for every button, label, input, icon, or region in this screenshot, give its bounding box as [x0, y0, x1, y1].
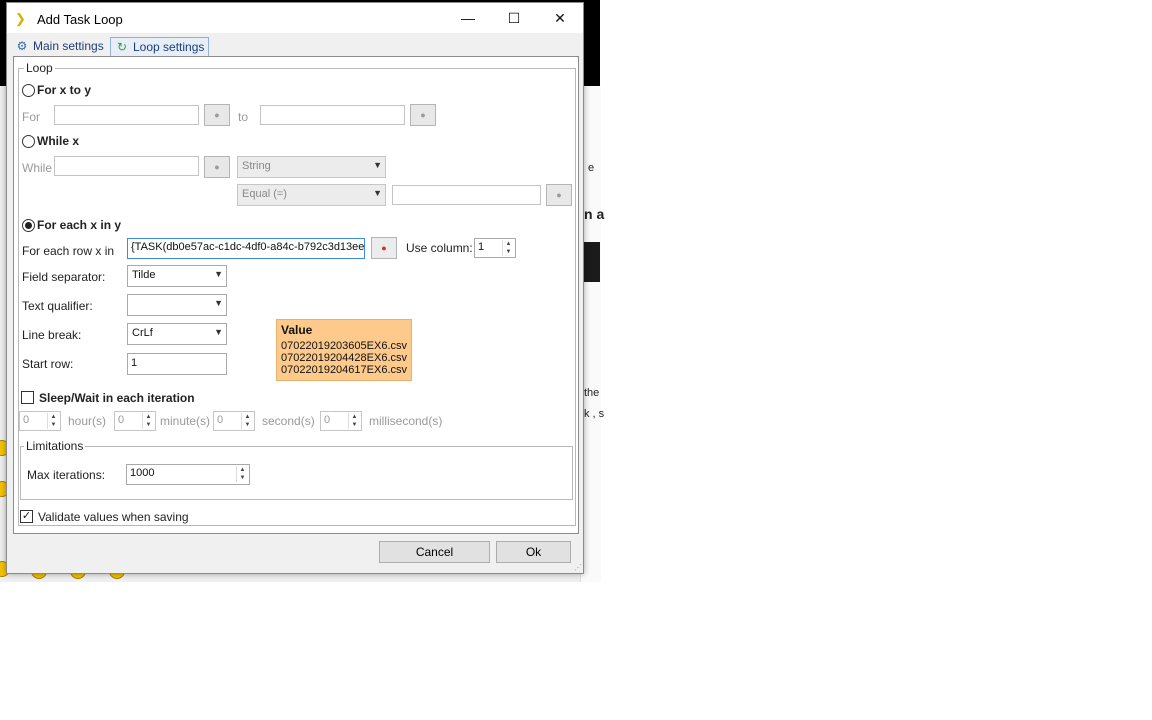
while-operator-value: Equal (=) [242, 188, 287, 200]
resize-grip-icon[interactable]: ⋰ [574, 563, 582, 572]
tab-label: Loop settings [133, 40, 205, 54]
background-text: n a [584, 206, 605, 222]
while-x-label: While x [37, 134, 80, 148]
value-tooltip-row: 07022019204617EX6.csv [281, 364, 407, 376]
start-row-label: Start row: [22, 357, 74, 371]
background-text: the [584, 387, 600, 399]
while-operator-select[interactable]: Equal (=) ▼ [237, 184, 386, 206]
loop-settings-panel: Loop For x to y For ● to ● While x While… [13, 56, 579, 534]
for-field[interactable] [54, 105, 199, 125]
while-x-radio[interactable] [22, 135, 35, 148]
tab-loop-settings[interactable]: ↻ Loop settings [110, 37, 210, 56]
app-logo-icon: ❯ [15, 11, 26, 26]
line-break-label: Line break: [22, 328, 82, 342]
loop-group-legend: Loop [24, 61, 55, 75]
while-field[interactable] [54, 156, 199, 176]
stepper-arrows-icon[interactable]: ▲ ▼ [236, 466, 248, 482]
while-compare-variable-button[interactable]: ● [546, 184, 572, 206]
chevron-down-icon: ▼ [373, 188, 382, 198]
seconds-value: 0 [217, 414, 224, 426]
for-each-label: For each x in y [37, 218, 122, 232]
for-each-row-field[interactable]: {TASK(db0e57ac-c1dc-4df0-a84c-b792c3d13e… [127, 238, 365, 259]
while-label: While [22, 161, 53, 175]
use-column-value: 1 [478, 241, 485, 253]
limitations-legend: Limitations [24, 439, 86, 453]
seconds-stepper[interactable]: 0 ▲ ▼ [213, 411, 255, 431]
cancel-button[interactable]: Cancel [379, 541, 490, 563]
while-type-select[interactable]: String ▼ [237, 156, 386, 178]
while-compare-field[interactable] [392, 185, 541, 205]
add-task-loop-dialog: ❯ Add Task Loop — ☐ ✕ ⚙ Main settings ↻ … [6, 2, 584, 574]
text-qualifier-select[interactable]: ▼ [127, 294, 227, 316]
for-x-to-y-label: For x to y [37, 83, 92, 97]
hours-stepper[interactable]: 0 ▲ ▼ [19, 411, 61, 431]
maximize-button[interactable]: ☐ [491, 3, 537, 33]
milliseconds-value: 0 [324, 414, 331, 426]
max-iterations-value: 1000 [130, 467, 155, 479]
minutes-stepper[interactable]: 0 ▲ ▼ [114, 411, 156, 431]
minutes-value: 0 [118, 414, 125, 426]
for-label: For [22, 110, 40, 124]
chevron-down-icon: ▼ [214, 298, 223, 308]
use-column-label: Use column: [406, 241, 473, 255]
background-text: k , s [584, 408, 605, 420]
ok-button[interactable]: Ok [496, 541, 571, 563]
hours-value: 0 [23, 414, 30, 426]
for-x-to-y-radio[interactable] [22, 84, 35, 97]
max-iterations-stepper[interactable]: 1000 ▲ ▼ [126, 464, 250, 485]
dialog-title: Add Task Loop [37, 12, 123, 27]
milliseconds-stepper[interactable]: 0 ▲ ▼ [320, 411, 362, 431]
text-qualifier-label: Text qualifier: [22, 299, 93, 313]
minimize-button[interactable]: — [445, 3, 491, 33]
background-text: e [588, 162, 595, 174]
title-bar[interactable]: ❯ Add Task Loop — ☐ ✕ [7, 3, 583, 33]
to-variable-button[interactable]: ● [410, 104, 436, 126]
while-type-value: String [242, 160, 271, 172]
while-variable-button[interactable]: ● [204, 156, 230, 178]
stepper-arrows-icon[interactable]: ▲ ▼ [241, 413, 253, 429]
for-variable-button[interactable]: ● [204, 104, 230, 126]
minutes-label: minute(s) [160, 414, 211, 428]
value-tooltip-row: 07022019203605EX6.csv [281, 340, 407, 352]
for-each-variable-button[interactable]: ● [371, 237, 397, 259]
to-label: to [238, 110, 249, 124]
gears-icon: ⚙ [16, 39, 28, 53]
value-tooltip: Value 07022019203605EX6.csv 070220192044… [276, 319, 412, 381]
use-column-stepper[interactable]: 1 ▲ ▼ [474, 238, 516, 258]
field-separator-label: Field separator: [22, 270, 106, 284]
stepper-arrows-icon[interactable]: ▲ ▼ [47, 413, 59, 429]
validate-label: Validate values when saving [38, 510, 189, 524]
field-separator-select[interactable]: Tilde ▼ [127, 265, 227, 287]
close-button[interactable]: ✕ [537, 3, 583, 33]
validate-checkbox[interactable]: ✓ [20, 510, 33, 523]
tab-label: Main settings [33, 39, 104, 53]
hours-label: hour(s) [68, 414, 107, 428]
value-tooltip-header: Value [281, 323, 313, 337]
chevron-down-icon: ▼ [373, 160, 382, 170]
tab-main-settings[interactable]: ⚙ Main settings [11, 37, 108, 55]
stepper-arrows-icon[interactable]: ▲ ▼ [348, 413, 360, 429]
max-iterations-label: Max iterations: [27, 468, 106, 482]
line-break-value: CrLf [132, 327, 153, 339]
chevron-down-icon: ▼ [214, 269, 223, 279]
loop-icon: ↻ [116, 40, 128, 54]
line-break-select[interactable]: CrLf ▼ [127, 323, 227, 345]
stepper-arrows-icon[interactable]: ▲ ▼ [502, 240, 514, 256]
sleep-checkbox[interactable] [21, 391, 34, 404]
to-field[interactable] [260, 105, 405, 125]
milliseconds-label: millisecond(s) [369, 414, 443, 428]
chevron-down-icon: ▼ [214, 327, 223, 337]
for-each-radio[interactable] [22, 219, 35, 232]
for-each-row-label: For each row x in [22, 244, 115, 258]
sleep-label: Sleep/Wait in each iteration [39, 391, 195, 405]
seconds-label: second(s) [262, 414, 315, 428]
value-tooltip-row: 07022019204428EX6.csv [281, 352, 407, 364]
stepper-arrows-icon[interactable]: ▲ ▼ [142, 413, 154, 429]
field-separator-value: Tilde [132, 269, 156, 281]
start-row-field[interactable]: 1 [127, 353, 227, 375]
background-dark-bar [582, 242, 600, 282]
